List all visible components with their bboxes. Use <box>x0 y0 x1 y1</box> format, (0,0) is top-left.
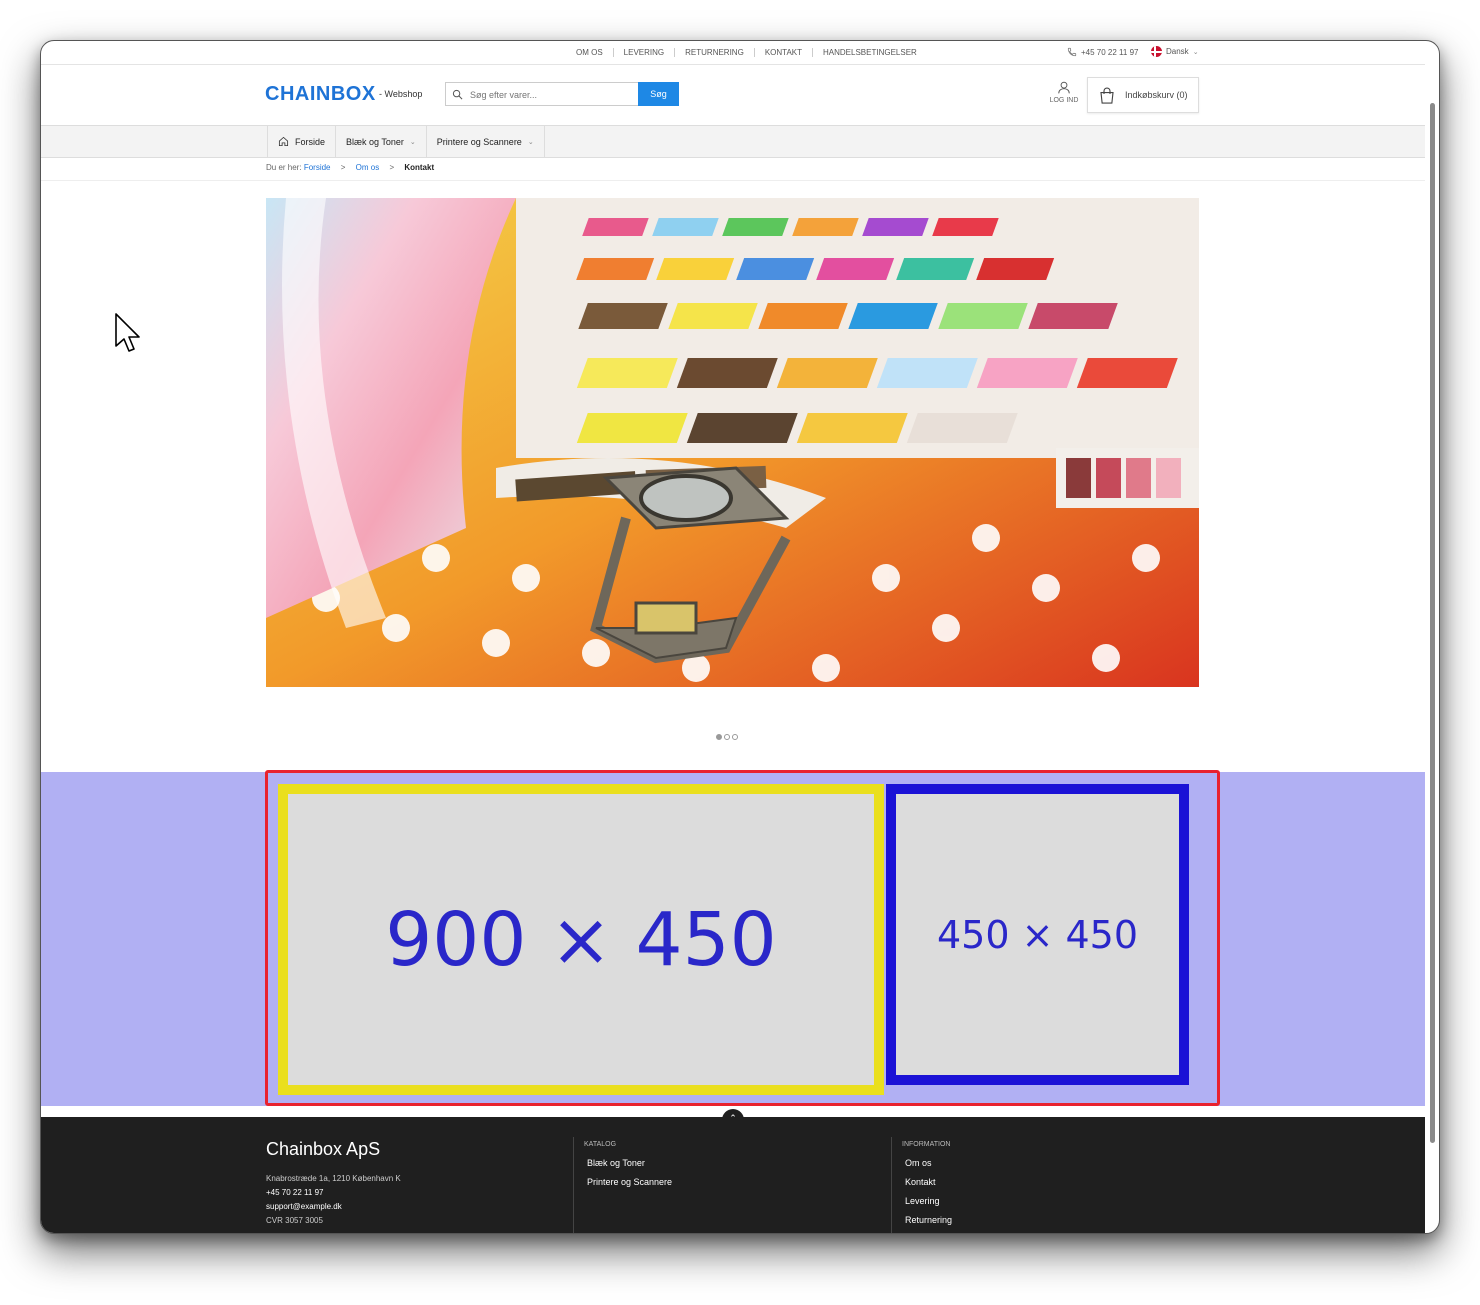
top-link-kontakt[interactable]: KONTAKT <box>753 48 812 57</box>
phone-icon <box>1067 47 1077 57</box>
footer-catalog: KATALOG Blæk og Toner Printere og Scanne… <box>584 1141 672 1192</box>
login-label: LOG IND <box>1049 97 1079 104</box>
cart-button[interactable]: Indkøbskurv (0) <box>1087 77 1199 113</box>
top-link-om-os[interactable]: OM OS <box>566 48 613 57</box>
footer-cvr: CVR 3057 3005 <box>266 1216 323 1225</box>
carousel-dot-3[interactable] <box>732 734 738 740</box>
footer-email[interactable]: support@example.dk <box>266 1200 401 1214</box>
scroll-to-top-button[interactable]: ⌃ <box>722 1109 744 1125</box>
top-link-handelsbetingelser[interactable]: HANDELSBETINGELSER <box>812 48 927 57</box>
breadcrumb: Du er her: Forside > Om os > Kontakt <box>266 163 434 172</box>
footer-address: Knabrostræde 1a, 1210 København K <box>266 1174 401 1183</box>
footer-link-returnering[interactable]: Returnering <box>902 1211 952 1230</box>
carousel-dot-1[interactable] <box>716 734 722 740</box>
browser-window: OM OS LEVERING RETURNERING KONTAKT HANDE… <box>40 40 1440 1234</box>
nav-item-printere-og-scannere[interactable]: Printere og Scannere ⌄ <box>427 126 545 157</box>
breadcrumb-prefix: Du er her: <box>266 163 302 172</box>
carousel-dot-2[interactable] <box>724 734 730 740</box>
hero-carousel-image[interactable] <box>266 198 1199 687</box>
breadcrumb-link-forside[interactable]: Forside <box>304 163 331 172</box>
nav-label-forside: Forside <box>295 136 326 147</box>
header: CHAINBOX - Webshop Søg LOG IND Indkøbsku… <box>41 65 1425 125</box>
user-icon <box>1058 81 1070 94</box>
small-placeholder-label: 450 × 450 <box>936 912 1139 957</box>
breadcrumb-divider <box>41 180 1425 181</box>
breadcrumb-separator: > <box>340 163 346 172</box>
language-label: Dansk <box>1166 47 1189 56</box>
footer-catalog-heading: KATALOG <box>584 1141 617 1148</box>
shopping-bag-icon <box>1100 87 1114 104</box>
mouse-cursor-icon <box>115 313 140 352</box>
main-nav: Forside Blæk og Toner ⌄ Printere og Scan… <box>41 125 1425 158</box>
nav-item-blaek-og-toner[interactable]: Blæk og Toner ⌄ <box>336 126 427 157</box>
search-icon <box>452 89 463 100</box>
carousel-indicators <box>716 734 738 740</box>
footer-divider <box>891 1137 892 1233</box>
breadcrumb-link-om-os[interactable]: Om os <box>356 163 380 172</box>
top-phone[interactable]: +45 70 22 11 97 <box>1067 47 1138 57</box>
chevron-down-icon: ⌄ <box>409 138 416 146</box>
footer-phone[interactable]: +45 70 22 11 97 <box>266 1186 401 1200</box>
footer-link-printere-og-scannere[interactable]: Printere og Scannere <box>584 1173 672 1192</box>
language-selector[interactable]: Dansk ⌄ <box>1151 46 1199 57</box>
breadcrumb-separator: > <box>389 163 395 172</box>
footer-company-name: Chainbox ApS <box>266 1139 381 1159</box>
large-placeholder-label: 900 × 450 <box>385 896 777 983</box>
search-button[interactable]: Søg <box>638 82 679 106</box>
scrollbar[interactable] <box>1427 103 1437 1143</box>
chevron-down-icon: ⌄ <box>527 138 534 146</box>
scrollbar-thumb[interactable] <box>1430 103 1435 1143</box>
top-links: OM OS LEVERING RETURNERING KONTAKT HANDE… <box>566 48 927 57</box>
phone-number: +45 70 22 11 97 <box>1081 47 1139 57</box>
chevron-down-icon: ⌄ <box>1192 48 1199 56</box>
footer-divider <box>573 1137 574 1233</box>
search-input[interactable] <box>468 86 637 104</box>
nav-label-blaek-og-toner: Blæk og Toner <box>346 136 404 147</box>
login-button[interactable]: LOG IND <box>1047 80 1081 104</box>
danish-flag-icon <box>1151 46 1162 57</box>
footer-link-om-os[interactable]: Om os <box>902 1154 952 1173</box>
top-link-returnering[interactable]: RETURNERING <box>674 48 754 57</box>
logo-tagline: - Webshop <box>379 89 423 99</box>
color-swatches-image <box>266 198 1199 687</box>
home-icon <box>278 136 289 147</box>
footer-link-blaek-og-toner[interactable]: Blæk og Toner <box>584 1154 672 1173</box>
search-bar: Søg <box>445 82 679 106</box>
nav-item-forside[interactable]: Forside <box>268 126 337 157</box>
promo-banner-large[interactable]: 900 × 450 <box>278 784 884 1095</box>
footer: ⌃ Chainbox ApS Knabrostræde 1a, 1210 Køb… <box>41 1109 1425 1233</box>
footer-link-kontakt[interactable]: Kontakt <box>902 1173 952 1192</box>
breadcrumb-current: Kontakt <box>404 163 435 172</box>
top-bar: OM OS LEVERING RETURNERING KONTAKT HANDE… <box>41 41 1425 65</box>
nav-label-printere-og-scannere: Printere og Scannere <box>436 136 522 147</box>
footer-information-heading: INFORMATION <box>902 1141 951 1148</box>
footer-link-levering[interactable]: Levering <box>902 1192 952 1211</box>
chevron-up-icon: ⌃ <box>729 1113 737 1123</box>
cart-label: Indkøbskurv (0) <box>1125 90 1188 100</box>
footer-company-info: Chainbox ApS Knabrostræde 1a, 1210 Køben… <box>266 1139 401 1228</box>
promo-banner-small[interactable]: 450 × 450 <box>886 784 1189 1085</box>
logo[interactable]: CHAINBOX <box>265 83 376 106</box>
footer-information: INFORMATION Om os Kontakt Levering Retur… <box>902 1141 952 1230</box>
top-link-levering[interactable]: LEVERING <box>612 48 674 57</box>
